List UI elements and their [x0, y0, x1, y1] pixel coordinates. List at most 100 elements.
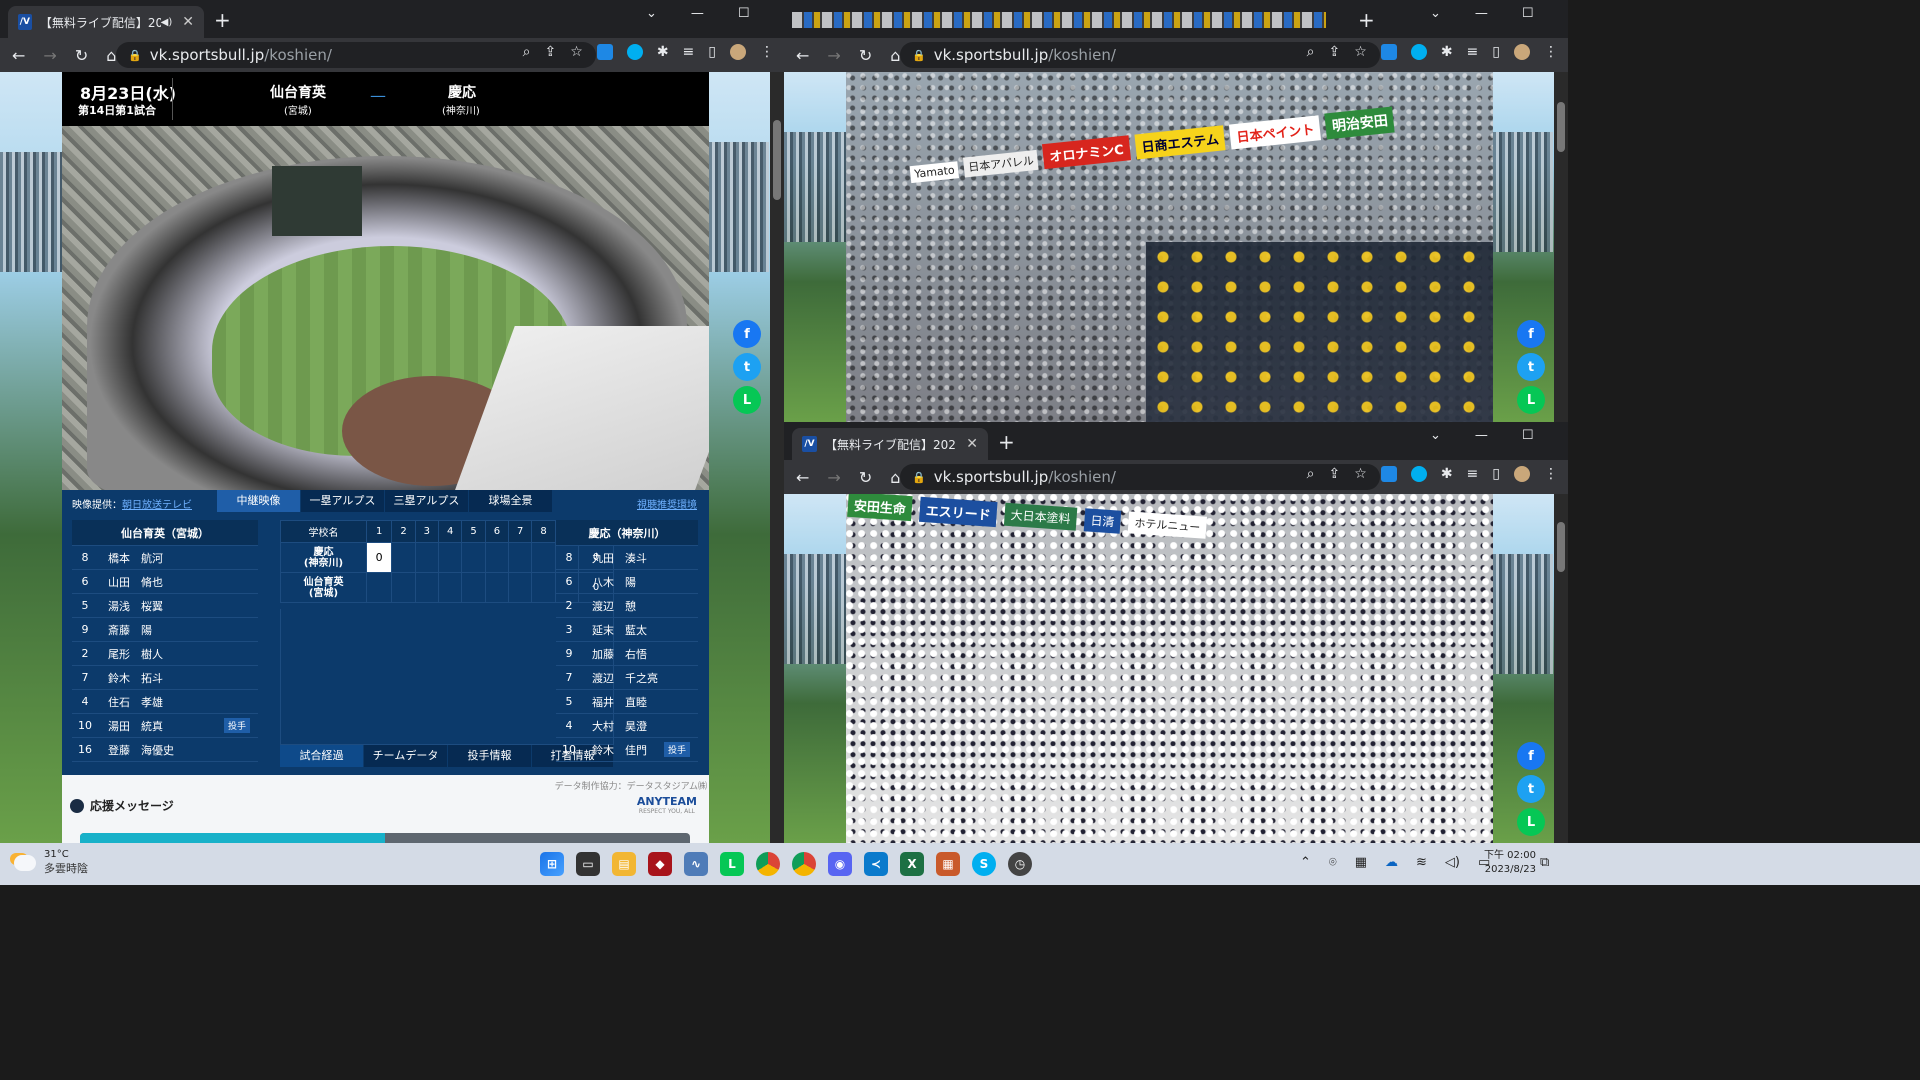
vscode-icon[interactable]: ≺ — [864, 852, 888, 876]
clock-app-icon[interactable]: ◷ — [1008, 852, 1032, 876]
sidepanel-icon[interactable]: ▯ — [1492, 44, 1500, 60]
forward-icon[interactable]: → — [43, 46, 56, 65]
lineup-row[interactable]: 10 鈴木 佳門 投手 — [556, 738, 698, 762]
tab-main-broadcast[interactable]: 中継映像 — [217, 490, 301, 512]
new-tab-button[interactable]: + — [214, 8, 231, 32]
clock[interactable]: 下午 02:00 2023/8/23 — [1484, 849, 1536, 877]
back-icon[interactable]: ← — [796, 46, 809, 65]
lineup-row[interactable]: 4 大村 昊澄 — [556, 714, 698, 738]
zoom-icon[interactable]: ⌕ — [523, 44, 531, 60]
live-video-aerial[interactable] — [62, 126, 709, 490]
extension-icon[interactable] — [1380, 44, 1397, 60]
tab-third-base-alps[interactable]: 三塁アルプス — [385, 490, 469, 512]
bookmark-star-icon[interactable]: ☆ — [1354, 466, 1367, 482]
sidepanel-icon[interactable]: ▯ — [708, 44, 716, 60]
minimize-button[interactable]: — — [1475, 6, 1488, 21]
forward-icon[interactable]: → — [827, 468, 840, 487]
puzzle-icon[interactable]: ✱ — [657, 44, 669, 60]
weather-widget[interactable]: 31°C 多雲時陰 — [14, 849, 88, 876]
reload-icon[interactable]: ↻ — [859, 468, 872, 487]
lineup-row[interactable]: 2 渡辺 憩 — [556, 594, 698, 618]
reading-list-icon[interactable]: ≡ — [1467, 44, 1479, 60]
file-explorer-icon[interactable]: ▤ — [612, 852, 636, 876]
lineup-row[interactable]: 7 鈴木 拓斗 — [72, 666, 258, 690]
home-icon[interactable]: ⌂ — [890, 468, 900, 487]
skype-extension-icon[interactable] — [626, 44, 643, 60]
tab-first-base-alps[interactable]: 一塁アルプス — [301, 490, 385, 512]
lineup-row[interactable]: 5 福井 直睦 — [556, 690, 698, 714]
tab-search-icon[interactable]: ⌄ — [1430, 6, 1441, 21]
speaker-icon[interactable]: ◀) — [161, 17, 173, 28]
zoom-icon[interactable]: ⌕ — [1307, 466, 1315, 482]
back-icon[interactable]: ← — [796, 468, 809, 487]
lineup-row[interactable]: 2 尾形 樹人 — [72, 642, 258, 666]
lineup-row[interactable]: 10 湯田 統真 投手 — [72, 714, 258, 738]
performance-monitor-icon[interactable]: ∿ — [684, 852, 708, 876]
lineup-row[interactable]: 9 斎藤 陽 — [72, 618, 258, 642]
puzzle-icon[interactable]: ✱ — [1441, 44, 1453, 60]
scrollbar[interactable] — [770, 72, 784, 843]
reading-list-icon[interactable]: ≡ — [1467, 466, 1479, 482]
wifi-icon[interactable]: ≋ — [1416, 855, 1427, 870]
recommend-link[interactable]: 視聴推奨環境 — [637, 496, 697, 511]
lineup-row[interactable]: 3 延末 藍太 — [556, 618, 698, 642]
home-icon[interactable]: ⌂ — [106, 46, 116, 65]
chrome-icon[interactable] — [756, 852, 780, 876]
share-icon[interactable]: ⇪ — [545, 44, 557, 60]
scroll-thumb[interactable] — [773, 120, 781, 200]
notification-icon[interactable]: ⧉ — [1540, 855, 1549, 870]
lineup-row[interactable]: 4 住石 孝雄 — [72, 690, 258, 714]
back-icon[interactable]: ← — [12, 46, 25, 65]
line-app-icon[interactable]: L — [720, 852, 744, 876]
browser-tab[interactable]: /V 【無料ライブ配信】2023年 夏の ✕ — [792, 428, 988, 460]
task-view-icon[interactable]: ▭ — [576, 852, 600, 876]
twitter-share-icon[interactable]: t — [733, 353, 761, 381]
skype-extension-icon[interactable] — [1410, 44, 1427, 60]
reload-icon[interactable]: ↻ — [859, 46, 872, 65]
language-icon[interactable]: ▦ — [1355, 855, 1367, 870]
bookmark-star-icon[interactable]: ☆ — [570, 44, 583, 60]
new-tab-button[interactable]: + — [1358, 8, 1375, 32]
tab-team-data[interactable]: チームデータ — [364, 745, 448, 767]
puzzle-icon[interactable]: ✱ — [1441, 466, 1453, 482]
reload-icon[interactable]: ↻ — [75, 46, 88, 65]
live-video-alps-stand[interactable]: 安田生命 エスリード 大日本塗料 日清 ホテルニュー — [846, 494, 1493, 843]
lineup-row[interactable]: 8 橋本 航河 — [72, 546, 258, 570]
share-icon[interactable]: ⇪ — [1329, 44, 1341, 60]
share-icon[interactable]: ⇪ — [1329, 466, 1341, 482]
excel-icon[interactable]: X — [900, 852, 924, 876]
lineup-row[interactable]: 5 湯浅 桜翼 — [72, 594, 258, 618]
skype-icon[interactable]: S — [972, 852, 996, 876]
tab-stadium-view[interactable]: 球場全景 — [469, 490, 553, 512]
lineup-row[interactable]: 6 八木 陽 — [556, 570, 698, 594]
maximize-button[interactable]: ☐ — [1522, 428, 1534, 443]
tab-search-icon[interactable]: ⌄ — [646, 6, 657, 21]
tab-search-icon[interactable]: ⌄ — [1430, 428, 1441, 443]
facebook-share-icon[interactable]: f — [1517, 742, 1545, 770]
pinned-tabs[interactable] — [792, 12, 1326, 28]
line-share-icon[interactable]: L — [1517, 808, 1545, 836]
new-tab-button[interactable]: + — [998, 430, 1015, 454]
scroll-thumb[interactable] — [1557, 522, 1565, 572]
close-tab-icon[interactable]: ✕ — [182, 14, 194, 30]
profile-avatar[interactable] — [730, 44, 746, 60]
sidepanel-icon[interactable]: ▯ — [1492, 466, 1500, 482]
facebook-share-icon[interactable]: f — [733, 320, 761, 348]
live-video-alps-stand[interactable]: Yamato 日本アパレル オロナミンC 日商エステム 日本ペイント 明治安田 — [846, 72, 1493, 422]
chevron-up-icon[interactable]: ⌃ — [1300, 855, 1311, 870]
extension-icon[interactable] — [1380, 466, 1397, 482]
lineup-row[interactable]: 7 渡辺 千之亮 — [556, 666, 698, 690]
browser-tab[interactable]: /V 【無料ライブ配信】2023年 ◀) ✕ — [8, 6, 204, 38]
bookmark-star-icon[interactable]: ☆ — [1354, 44, 1367, 60]
volume-icon[interactable]: ◁) — [1445, 855, 1460, 870]
twitter-share-icon[interactable]: t — [1517, 353, 1545, 381]
facebook-share-icon[interactable]: f — [1517, 320, 1545, 348]
message-tab-active[interactable] — [80, 833, 385, 843]
lineup-row[interactable]: 9 加藤 右悟 — [556, 642, 698, 666]
reading-list-icon[interactable]: ≡ — [683, 44, 695, 60]
menu-icon[interactable]: ⋮ — [760, 44, 774, 60]
message-tab-bar[interactable] — [80, 833, 690, 843]
line-share-icon[interactable]: L — [733, 386, 761, 414]
maximize-button[interactable]: ☐ — [1522, 6, 1534, 21]
lineup-row[interactable]: 6 山田 脩也 — [72, 570, 258, 594]
